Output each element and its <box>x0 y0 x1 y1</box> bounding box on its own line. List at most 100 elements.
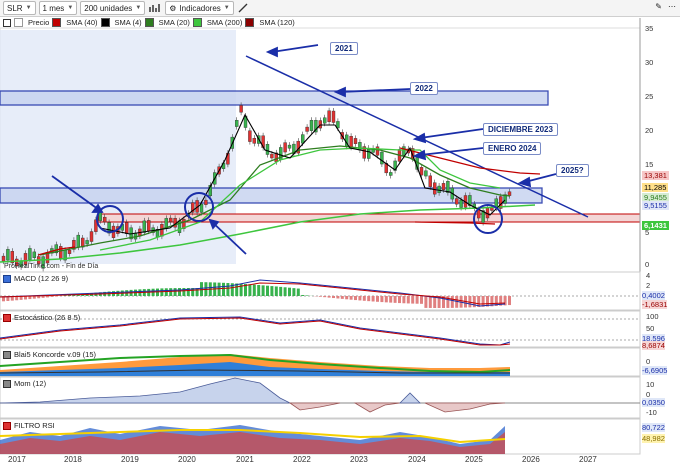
macd-bar <box>195 288 199 296</box>
macd-bar <box>340 296 344 299</box>
macd-bar <box>411 296 415 304</box>
macd-bar <box>164 288 168 296</box>
candle-body <box>239 105 243 113</box>
candle-body <box>437 185 441 193</box>
candle-body <box>367 147 371 159</box>
macd-checkbox[interactable] <box>3 274 11 283</box>
macd-bar <box>371 296 375 302</box>
annotation-2025: 2025? <box>556 164 589 177</box>
macd-bar <box>424 296 428 308</box>
macd-bar <box>345 296 349 300</box>
candle-body <box>168 217 173 223</box>
source-label: ProRealTime.com - Fin de Día <box>4 263 99 270</box>
blai-tick-2: -6,6905 <box>642 366 668 375</box>
candle-body <box>389 172 393 176</box>
macd-bar <box>332 296 335 299</box>
mom-title: Mom (12) <box>14 379 47 388</box>
stoch-checkbox[interactable] <box>3 313 11 322</box>
tick-30: 30 <box>645 58 654 67</box>
stoch-tick-4: 8,6874 <box>642 341 665 350</box>
macd-bar <box>358 296 362 301</box>
candle-body <box>353 138 358 144</box>
candle-body <box>309 120 314 131</box>
stochastic-pane <box>0 310 641 348</box>
x-2021: 2021 <box>236 455 254 464</box>
macd-bar <box>248 284 252 296</box>
macd-tick-4: -1,6831 <box>642 300 668 309</box>
macd-bar <box>222 282 225 296</box>
candle-body <box>419 167 424 176</box>
candle-body <box>323 117 327 124</box>
tick-0: 0 <box>645 260 650 269</box>
macd-bar <box>415 296 419 304</box>
blai-checkbox[interactable] <box>3 350 11 359</box>
candle-body <box>146 220 151 232</box>
annotation-2021: 2021 <box>330 42 358 55</box>
candle-body <box>441 183 446 190</box>
candle-body <box>459 199 463 208</box>
x-2024: 2024 <box>408 455 426 464</box>
mom-tick-1: 10 <box>646 380 655 389</box>
candle-body <box>301 134 305 144</box>
macd-tick-2: 2 <box>646 281 651 290</box>
candle-body <box>375 146 380 156</box>
candle-body <box>142 220 147 233</box>
macd-bar <box>376 296 379 302</box>
stoch-label: Estocástico (26 8 5) <box>3 313 80 322</box>
macd-bar <box>402 296 406 304</box>
rsi-tick-1: 80,722 <box>642 423 665 432</box>
macd-bar <box>173 288 177 296</box>
x-2025: 2025 <box>465 455 483 464</box>
macd-bar <box>226 283 230 296</box>
x-2023: 2023 <box>350 455 368 464</box>
candle-body <box>248 130 252 142</box>
candle-body <box>455 198 459 205</box>
x-2017: 2017 <box>8 455 26 464</box>
macd-bar <box>305 295 309 296</box>
stoch-title: Estocástico (26 8 5) <box>14 313 81 322</box>
macd-bar <box>257 284 261 296</box>
rsi-checkbox[interactable] <box>3 421 11 430</box>
candle-body <box>446 181 450 193</box>
rsi-tick-2: 48,982 <box>642 434 665 443</box>
koncorde-pane <box>0 347 641 377</box>
x-2026: 2026 <box>522 455 540 464</box>
macd-bar <box>217 282 221 296</box>
x-2022: 2022 <box>293 455 311 464</box>
candle-body <box>85 240 89 245</box>
candle-body <box>402 146 406 156</box>
macd-bar <box>428 296 432 308</box>
macd-bar <box>508 296 511 306</box>
candle-body <box>283 142 287 153</box>
macd-label: MACD (12 26 9) <box>3 274 68 283</box>
tick-15: 15 <box>645 160 654 169</box>
candle-body <box>102 216 107 223</box>
macd-bar <box>318 296 322 297</box>
candle-body <box>265 144 270 155</box>
macd-bar <box>362 296 366 301</box>
macd-bar <box>336 296 340 299</box>
candle-body <box>1 255 6 262</box>
candle-body <box>305 126 309 132</box>
macd-bar <box>54 296 58 297</box>
candle-body <box>318 120 322 129</box>
candle-body <box>331 110 336 123</box>
candle-body <box>89 231 94 242</box>
macd-tick-1: 4 <box>646 271 651 280</box>
macd-bar <box>41 296 45 298</box>
candle-body <box>380 151 384 165</box>
macd-bar <box>393 296 397 303</box>
chart-canvas[interactable] <box>0 0 680 465</box>
candle-body <box>507 191 512 196</box>
mom-label: Mom (12) <box>3 379 46 388</box>
mom-checkbox[interactable] <box>3 379 11 388</box>
macd-bar <box>270 286 274 296</box>
macd-bar <box>327 296 331 298</box>
x-2018: 2018 <box>64 455 82 464</box>
macd-bar <box>252 284 256 296</box>
price-label-4: 9,5155 <box>642 201 669 210</box>
x-2019: 2019 <box>121 455 139 464</box>
macd-bar <box>274 286 278 296</box>
rsi-label: FILTRO RSI <box>3 421 55 430</box>
stoch-tick-1: 100 <box>646 312 659 321</box>
